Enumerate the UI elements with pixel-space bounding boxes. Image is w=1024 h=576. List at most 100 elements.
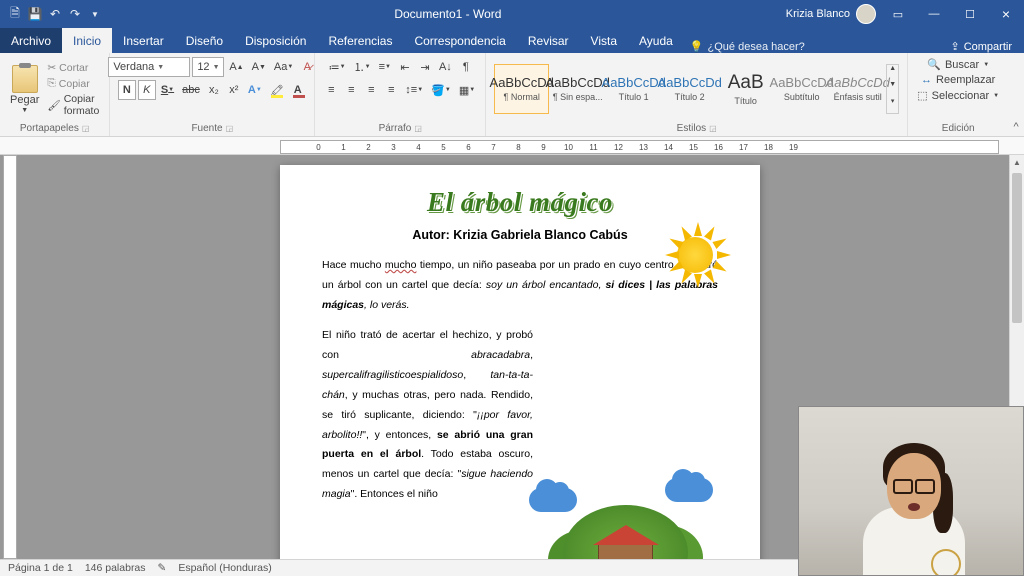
ribbon-options-icon[interactable]: ▭ — [880, 0, 916, 28]
bullet-list-button[interactable]: ≔▼ — [326, 57, 349, 77]
ruler-horizontal[interactable]: 012345678910111213141516171819 — [280, 140, 999, 154]
undo-icon[interactable]: ↶ — [46, 5, 64, 23]
chevron-down-icon: ▼ — [21, 107, 28, 114]
font-size-combo[interactable]: 12▼ — [192, 57, 224, 77]
page[interactable]: El árbol mágico Autor: Krizia Gabriela B… — [280, 165, 760, 559]
tab-mailings[interactable]: Correspondencia — [403, 28, 516, 53]
spellcheck-mark[interactable]: mucho — [385, 259, 417, 271]
highlight-button[interactable]: 🖍 — [267, 80, 287, 100]
style-subtitle[interactable]: AaBbCcDdSubtítulo — [774, 64, 829, 114]
style-title[interactable]: AaBTítulo — [718, 64, 773, 114]
select-label: Seleccionar — [932, 90, 989, 102]
superscript-button[interactable]: x² — [225, 80, 243, 100]
tab-help[interactable]: Ayuda — [628, 28, 684, 53]
styles-gallery[interactable]: AaBbCcDd¶ Normal AaBbCcDd¶ Sin espa... A… — [492, 55, 901, 122]
tab-view[interactable]: Vista — [580, 28, 628, 53]
align-center-button[interactable]: ≡ — [342, 80, 360, 100]
text-effects-button[interactable]: A▼ — [245, 80, 265, 100]
align-right-button[interactable]: ≡ — [362, 80, 380, 100]
subscript-button[interactable]: x₂ — [205, 80, 223, 100]
doc-title[interactable]: El árbol mágico — [322, 187, 718, 218]
minimize-button[interactable]: — — [916, 0, 952, 28]
group-clipboard: Pegar ▼ ✂Cortar ⎘Copiar 🖌Copiar formato … — [0, 53, 110, 136]
paragraph-2[interactable]: El niño trató de acertar el hechizo, y p… — [322, 326, 718, 505]
styles-launcher-icon[interactable]: ◲ — [709, 124, 717, 133]
tab-design[interactable]: Diseño — [175, 28, 234, 53]
multilevel-list-button[interactable]: ≡▼ — [376, 57, 394, 77]
ruler-vertical[interactable] — [3, 155, 17, 559]
select-button[interactable]: ⬚Seleccionar▼ — [915, 88, 1001, 103]
word-count[interactable]: 146 palabras — [85, 562, 146, 574]
change-case-button[interactable]: Aa▼ — [271, 57, 296, 77]
close-button[interactable]: × — [988, 0, 1024, 28]
tab-insert[interactable]: Insertar — [112, 28, 175, 53]
sort-button[interactable]: A↓ — [436, 57, 455, 77]
tab-file[interactable]: Archivo — [0, 28, 62, 53]
strikethrough-button[interactable]: abc — [179, 80, 203, 100]
style-emphasis[interactable]: AaBbCcDdÉnfasis sutil — [830, 64, 885, 114]
clear-formatting-button[interactable]: A̷ — [298, 57, 316, 77]
cut-button[interactable]: ✂Cortar — [45, 61, 101, 75]
bold-button[interactable]: N — [118, 80, 136, 100]
maximize-button[interactable]: ☐ — [952, 0, 988, 28]
collapse-ribbon-button[interactable]: ^ — [1008, 53, 1024, 136]
ruler-horizontal-area: 012345678910111213141516171819 — [0, 137, 1024, 155]
scrollbar-thumb[interactable] — [1012, 173, 1022, 323]
doc-body[interactable]: Hace mucho mucho tiempo, un niño paseaba… — [322, 256, 718, 505]
paragraph-1[interactable]: Hace mucho mucho tiempo, un niño paseaba… — [322, 256, 718, 316]
tab-layout[interactable]: Disposición — [234, 28, 317, 53]
font-family-combo[interactable]: Verdana▼ — [108, 57, 190, 77]
share-button[interactable]: ⇪ Compartir — [950, 40, 1012, 53]
grow-font-button[interactable]: A▲ — [226, 57, 246, 77]
autosave-icon[interactable]: 🗎 — [6, 5, 24, 23]
justify-button[interactable]: ≡ — [382, 80, 400, 100]
tab-review[interactable]: Revisar — [517, 28, 580, 53]
share-icon: ⇪ — [950, 40, 959, 53]
scroll-up-icon[interactable]: ▲ — [1010, 155, 1024, 170]
tree-illustration[interactable] — [533, 480, 718, 559]
shading-button[interactable]: 🪣▼ — [428, 80, 454, 100]
cloud-icon — [529, 488, 577, 512]
clipboard-launcher-icon[interactable]: ◲ — [82, 124, 90, 133]
numbered-list-button[interactable]: ⒈▼ — [351, 57, 374, 77]
language-indicator[interactable]: Español (Honduras) — [178, 562, 271, 574]
decrease-indent-button[interactable]: ⇤ — [396, 57, 414, 77]
style-heading1[interactable]: AaBbCcDdTítulo 1 — [606, 64, 661, 114]
increase-indent-button[interactable]: ⇥ — [416, 57, 434, 77]
tell-me[interactable]: 💡 ¿Qué desea hacer? — [690, 40, 805, 53]
sun-graphic[interactable] — [660, 220, 730, 290]
format-painter-label: Copiar formato — [64, 93, 100, 117]
tab-home[interactable]: Inicio — [62, 28, 112, 53]
find-button[interactable]: 🔍Buscar▼ — [925, 57, 991, 72]
align-left-button[interactable]: ≡ — [322, 80, 340, 100]
page-indicator[interactable]: Página 1 de 1 — [8, 562, 73, 574]
font-color-button[interactable]: A — [289, 80, 307, 100]
styles-scroll[interactable]: ▲▼▾ — [886, 64, 899, 114]
italic-button[interactable]: K — [138, 80, 156, 100]
treehouse-icon — [598, 542, 653, 559]
style-no-spacing[interactable]: AaBbCcDd¶ Sin espa... — [550, 64, 605, 114]
paragraph-launcher-icon[interactable]: ◲ — [414, 124, 422, 133]
borders-button[interactable]: ▦▼ — [456, 80, 478, 100]
shrink-font-button[interactable]: A▼ — [249, 57, 269, 77]
paste-label: Pegar — [10, 94, 39, 106]
font-launcher-icon[interactable]: ◲ — [226, 124, 234, 133]
paste-button[interactable]: Pegar ▼ — [6, 63, 43, 114]
replace-button[interactable]: ↔Reemplazar — [919, 73, 997, 87]
copy-button[interactable]: ⎘Copiar — [45, 76, 101, 91]
underline-button[interactable]: S▼ — [158, 80, 177, 100]
spellcheck-icon[interactable]: ✎ — [158, 562, 167, 574]
user-account[interactable]: Krizia Blanco — [786, 4, 880, 24]
tab-references[interactable]: Referencias — [317, 28, 403, 53]
style-heading2[interactable]: AaBbCcDdTítulo 2 — [662, 64, 717, 114]
save-icon[interactable]: 💾 — [26, 5, 44, 23]
qat-customize-icon[interactable]: ▼ — [86, 5, 104, 23]
style-normal[interactable]: AaBbCcDd¶ Normal — [494, 64, 549, 114]
redo-icon[interactable]: ↷ — [66, 5, 84, 23]
glasses-icon — [893, 479, 935, 491]
line-spacing-button[interactable]: ↕≡▼ — [402, 80, 426, 100]
show-marks-button[interactable]: ¶ — [457, 57, 475, 77]
tell-me-label: ¿Qué desea hacer? — [708, 41, 805, 53]
doc-author[interactable]: Autor: Krizia Gabriela Blanco Cabús — [322, 228, 718, 242]
format-painter-button[interactable]: 🖌Copiar formato — [45, 92, 101, 118]
